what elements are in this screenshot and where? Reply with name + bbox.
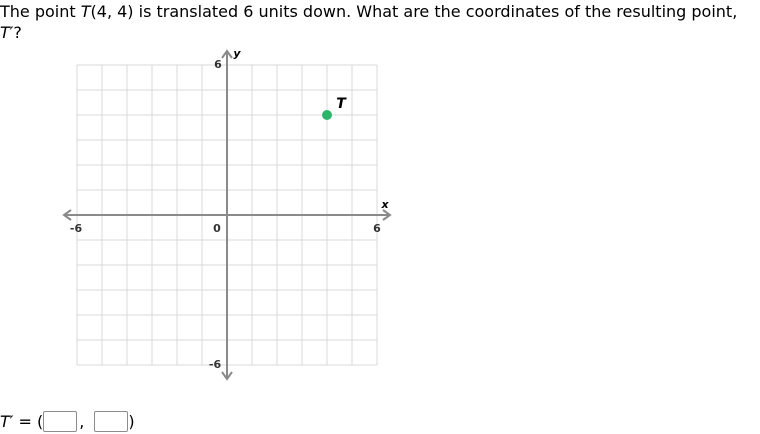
origin-label: 0 <box>213 222 221 235</box>
answer-point-label: T′ <box>0 411 14 431</box>
point-t-marker <box>322 110 332 120</box>
question-text: The point T(4, 4) is translated 6 units … <box>0 1 756 43</box>
x-axis-right-arrow-icon <box>382 209 392 221</box>
question-part1: The point <box>0 2 81 21</box>
x-axis-label: x <box>380 198 389 211</box>
y-axis-max-label: 6 <box>214 58 222 71</box>
question-part2: (4, 4) is translated 6 units down. What … <box>90 2 738 21</box>
y-axis-up-arrow-icon <box>221 49 233 59</box>
y-axis-min-label: -6 <box>209 358 222 371</box>
x-axis-max-label: 6 <box>373 222 381 235</box>
question-point-name: T <box>80 2 91 21</box>
question-image-name: T′ <box>0 23 14 42</box>
graph-grid <box>76 64 378 366</box>
answer-close-paren: ) <box>128 411 135 431</box>
answer-row: T′ = ( , ) <box>0 408 135 434</box>
x-axis-min-label: -6 <box>70 222 83 235</box>
answer-equals-paren: = ( <box>13 411 44 431</box>
y-axis-label: y <box>233 47 241 60</box>
answer-comma: , <box>79 411 85 431</box>
y-axis-down-arrow-icon <box>221 371 233 381</box>
y-coordinate-input[interactable] <box>94 410 129 432</box>
coordinate-graph: -6 6 0 6 -6 x y T <box>62 47 392 381</box>
x-axis-left-arrow-icon <box>62 209 72 221</box>
question-part3: ? <box>13 23 22 42</box>
graph-axes <box>62 49 392 381</box>
x-coordinate-input[interactable] <box>43 410 78 432</box>
point-t-label: T <box>336 96 347 112</box>
